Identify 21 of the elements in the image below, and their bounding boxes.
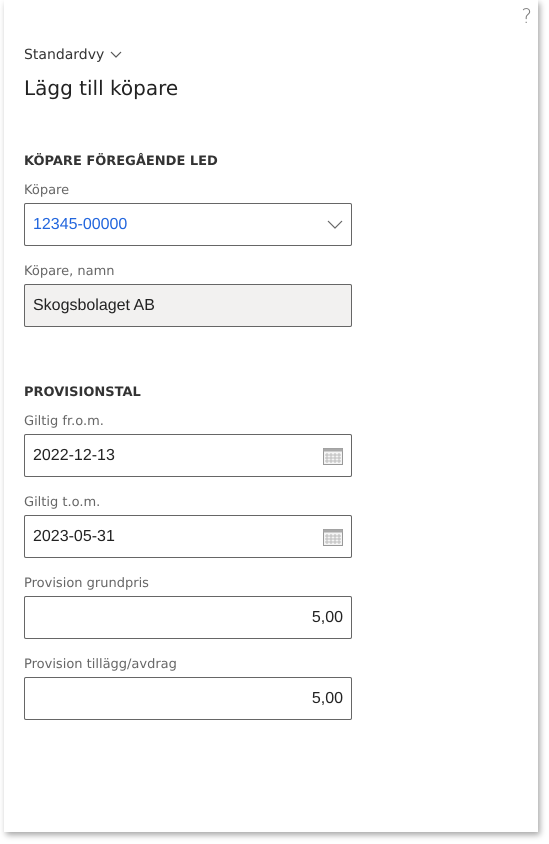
help-button[interactable]: ?: [521, 3, 532, 29]
input-field[interactable]: 2022-12-13: [24, 434, 352, 477]
field-label: Provision tillägg/avdrag: [24, 657, 177, 672]
calendar-icon: [323, 446, 343, 465]
field-label: Giltig fr.o.m.: [24, 414, 104, 429]
chevron-down-icon: [110, 51, 122, 59]
dialog-title: Lägg till köpare: [24, 76, 178, 100]
input-field[interactable]: 2023-05-31: [24, 515, 352, 558]
input-field[interactable]: 12345-00000: [24, 203, 352, 246]
input-field[interactable]: 5,00: [24, 596, 352, 639]
chevron-down-icon: [327, 220, 343, 230]
field-label: Provision grundpris: [24, 576, 149, 591]
input-field: Skogsbolaget AB: [24, 284, 352, 327]
calendar-icon: [323, 527, 343, 546]
section-heading: PROVISIONSTAL: [24, 385, 141, 400]
view-selector[interactable]: Standardvy: [24, 47, 122, 63]
section-heading: KÖPARE FÖREGÅENDE LED: [24, 154, 218, 169]
field-label: Köpare: [24, 183, 70, 198]
input-field[interactable]: 5,00: [24, 677, 352, 720]
field-label: Köpare, namn: [24, 264, 114, 279]
field-label: Giltig t.o.m.: [24, 495, 100, 510]
